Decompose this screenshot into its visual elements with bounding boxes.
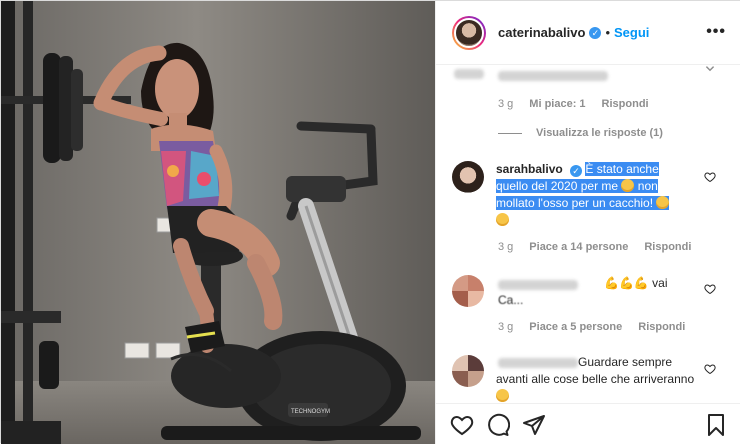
laughing-emoji-icon (496, 213, 509, 226)
laughing-emoji-icon (496, 389, 509, 402)
comment-icon[interactable] (486, 413, 510, 437)
reply-button[interactable]: Rispondi (602, 98, 649, 110)
more-icon[interactable]: ••• (706, 23, 726, 41)
comment-time: 3 g (498, 241, 514, 253)
follow-button[interactable]: Segui (614, 25, 649, 40)
blurred-text (498, 71, 608, 81)
heart-icon[interactable] (450, 413, 474, 437)
comment-meta: 3 g Piace a 14 persone Rispondi (498, 241, 691, 253)
comment-likes[interactable]: Mi piace: 1 (529, 98, 585, 110)
comment-meta: 3 g Mi piace: 1 Rispondi (498, 98, 649, 110)
reply-button[interactable]: Rispondi (644, 241, 691, 253)
view-replies-button[interactable]: Visualizza le risposte (1) (498, 127, 663, 139)
laughing-emoji-icon (621, 179, 635, 192)
blurred-avatar (454, 69, 484, 79)
comment-body-line2: Ca... (498, 293, 524, 307)
commenter-avatar[interactable] (452, 355, 484, 387)
post-photo[interactable]: TECHNOGYM (1, 1, 435, 444)
comment-panel: caterinabalivo ✓ • Segui ••• 3 g Mi piac… (435, 1, 740, 444)
comment-time: 3 g (498, 321, 514, 333)
commenter-avatar[interactable] (452, 161, 484, 193)
laughing-emoji-icon (656, 196, 670, 209)
flexed-biceps-icon: 💪💪💪 (604, 276, 649, 290)
photo-illustration: TECHNOGYM (1, 1, 435, 444)
post-frame: TECHNOGYM caterinabalivo ✓ • Segui ••• 3… (0, 0, 740, 444)
comment-text: Guardare sempre avanti alle cose belle c… (496, 354, 696, 403)
action-bar (436, 403, 740, 444)
heart-icon[interactable] (704, 363, 716, 375)
author-avatar[interactable] (452, 15, 486, 50)
commenter-username[interactable]: sarahbalivo (496, 162, 563, 176)
comment-likes[interactable]: Piace a 5 persone (529, 321, 622, 333)
comment-text: sarahbalivo ✓ È stato anche quello del 2… (496, 161, 692, 229)
comment-body-part1: Guardare sempre avanti alle cose belle c… (496, 355, 695, 386)
comment-time: 3 g (498, 98, 514, 110)
reply-button[interactable]: Rispondi (638, 321, 685, 333)
share-icon[interactable] (522, 413, 546, 437)
bookmark-icon[interactable] (704, 413, 728, 437)
blurred-text (498, 280, 578, 290)
chevron-down-icon[interactable] (704, 65, 716, 75)
view-replies-label: Visualizza le risposte (1) (536, 127, 663, 139)
post-header: caterinabalivo ✓ • Segui ••• (436, 1, 740, 65)
author-username[interactable]: caterinabalivo (498, 25, 585, 40)
comment-meta: 3 g Piace a 5 persone Rispondi (498, 321, 685, 333)
header-separator: • (605, 25, 610, 40)
verified-icon: ✓ (570, 165, 583, 177)
comments-list: 3 g Mi piace: 1 Rispondi Visualizza le r… (436, 65, 740, 403)
commenter-avatar[interactable] (452, 275, 484, 307)
verified-icon: ✓ (589, 26, 602, 39)
comment-text: 💪💪💪 vai (604, 275, 704, 292)
comment-likes[interactable]: Piace a 14 persone (529, 241, 628, 253)
heart-icon[interactable] (704, 171, 716, 183)
heart-icon[interactable] (704, 283, 716, 295)
comment-body-tail: vai (652, 276, 668, 290)
bike-brand-label: TECHNOGYM (291, 409, 330, 415)
